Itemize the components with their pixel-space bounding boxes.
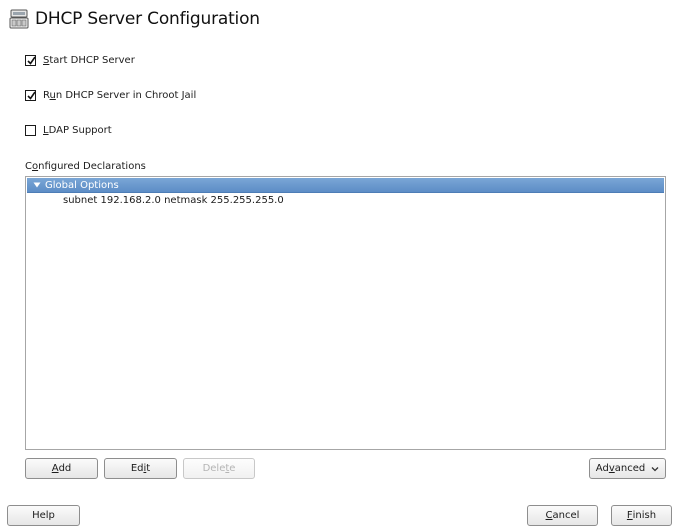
server-settings-icon (9, 9, 29, 29)
declarations-tree[interactable]: Global Options subnet 192.168.2.0 netmas… (25, 176, 666, 450)
checkbox-box[interactable] (25, 124, 36, 136)
chevron-down-icon (651, 466, 659, 471)
page-title: DHCP Server Configuration (35, 9, 260, 29)
checkbox-box[interactable] (25, 89, 36, 101)
delete-button[interactable]: Dele t e (183, 458, 255, 479)
edit-button[interactable]: Ed i t (104, 458, 177, 479)
chroot-jail-label: Run DHCP Server in Chroot Jail (43, 89, 197, 101)
advanced-dropdown-button[interactable]: Ad v anced (589, 458, 666, 479)
checkmark-icon (27, 56, 36, 65)
ldap-support-label: LDAP Support (43, 124, 112, 136)
dialog-header: DHCP Server Configuration (9, 7, 260, 31)
finish-button[interactable]: Finish (611, 505, 672, 526)
cancel-button[interactable]: Cancel (527, 505, 598, 526)
chroot-jail-checkbox[interactable]: Run DHCP Server in Chroot Jail (25, 88, 196, 102)
ldap-support-checkbox[interactable]: LDAP Support (25, 123, 112, 137)
expand-triangle-icon[interactable] (33, 181, 41, 189)
checkmark-icon (27, 91, 36, 100)
start-dhcp-server-label: Start DHCP Server (43, 54, 135, 66)
configured-declarations-label: Configured Declarations (25, 161, 146, 172)
tree-item-global-options[interactable]: Global Options (27, 178, 664, 193)
checkbox-box[interactable] (25, 54, 36, 66)
start-dhcp-server-checkbox[interactable]: Start DHCP Server (25, 53, 135, 67)
help-button[interactable]: Help (7, 505, 80, 526)
add-button[interactable]: Add (25, 458, 98, 479)
tree-item-subnet[interactable]: subnet 192.168.2.0 netmask 255.255.255.0 (63, 195, 284, 206)
tree-item-label: Global Options (45, 179, 119, 191)
